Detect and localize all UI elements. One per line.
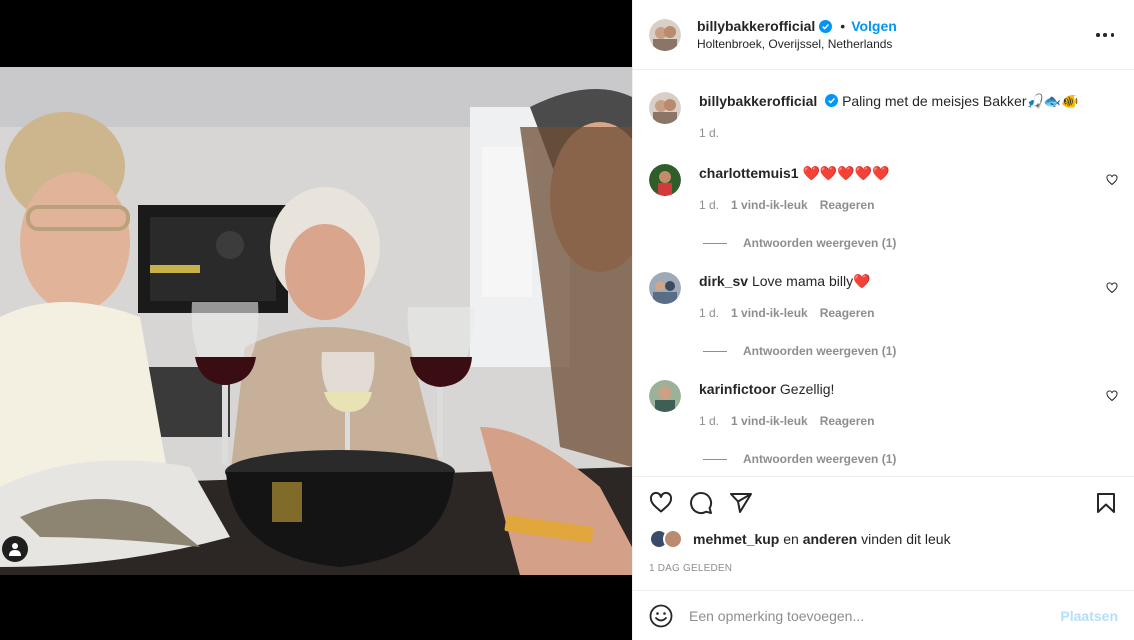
- photo-illustration: [0, 67, 632, 575]
- follow-button[interactable]: Volgen: [851, 18, 897, 34]
- replies-line: [703, 350, 727, 352]
- likes-suffix: vinden dit leuk: [861, 531, 951, 547]
- likes-others[interactable]: anderen: [803, 531, 857, 547]
- emoji-icon[interactable]: [649, 604, 673, 628]
- comment-item: karinfictoor Gezellig! 1 d. 1 vind-ik-le…: [649, 380, 1118, 430]
- like-comment-heart-icon[interactable]: [1106, 390, 1118, 402]
- tagged-user-icon[interactable]: [2, 536, 28, 562]
- more-options-icon[interactable]: [1096, 26, 1114, 44]
- liker-avatar: [663, 529, 683, 549]
- comment-item: charlottemuis1 ❤️❤️❤️❤️❤️ 1 d. 1 vind-ik…: [649, 164, 1118, 214]
- comment-likes[interactable]: 1 vind-ik-leuk: [731, 196, 808, 214]
- comment-username[interactable]: charlottemuis1: [699, 165, 799, 181]
- post-location[interactable]: Holtenbroek, Overijssel, Netherlands: [697, 37, 897, 51]
- like-comment-heart-icon[interactable]: [1106, 174, 1118, 186]
- comment-text: Gezellig!: [779, 381, 835, 397]
- comment-time[interactable]: 1 d.: [699, 412, 719, 430]
- heart-icon[interactable]: [649, 491, 673, 515]
- replies-line: [703, 458, 727, 460]
- share-icon[interactable]: [729, 491, 753, 515]
- reply-button[interactable]: Reageren: [820, 304, 875, 322]
- likes-summary: mehmet_kup en anderen vinden dit leuk: [649, 529, 1118, 549]
- first-liker[interactable]: mehmet_kup: [693, 531, 779, 547]
- comment-likes[interactable]: 1 vind-ik-leuk: [731, 412, 808, 430]
- post-photo-panel: [0, 0, 632, 640]
- bookmark-icon[interactable]: [1094, 491, 1118, 515]
- post-actions: mehmet_kup en anderen vinden dit leuk 1 …: [633, 476, 1134, 574]
- caption-author-avatar[interactable]: [649, 92, 681, 124]
- view-replies[interactable]: Antwoorden weergeven (1): [703, 452, 1118, 466]
- comment-text: Love mama billy❤️: [751, 273, 871, 289]
- commenter-avatar[interactable]: [649, 164, 681, 196]
- comment-input[interactable]: [689, 607, 1061, 624]
- action-bar: [649, 477, 1118, 529]
- post-photo[interactable]: [0, 67, 632, 575]
- verified-badge-icon: [825, 94, 839, 107]
- reply-button[interactable]: Reageren: [820, 196, 875, 214]
- view-replies[interactable]: Antwoorden weergeven (1): [703, 236, 1118, 250]
- liker-avatars[interactable]: [649, 529, 685, 549]
- post-caption: billybakkerofficial Paling met de meisje…: [649, 70, 1118, 142]
- caption-time[interactable]: 1 d.: [699, 124, 719, 142]
- comment-time[interactable]: 1 d.: [699, 196, 719, 214]
- post-header: billybakkerofficial • Volgen Holtenbroek…: [633, 0, 1134, 70]
- view-replies-label[interactable]: Antwoorden weergeven (1): [743, 344, 896, 358]
- view-replies-label[interactable]: Antwoorden weergeven (1): [743, 452, 896, 466]
- comment-icon[interactable]: [689, 491, 713, 515]
- verified-badge-icon: [819, 19, 833, 33]
- author-username[interactable]: billybakkerofficial: [697, 18, 815, 34]
- comment-item: dirk_sv Love mama billy❤️ 1 d. 1 vind-ik…: [649, 272, 1118, 322]
- caption-username[interactable]: billybakkerofficial: [699, 93, 817, 109]
- comment-username[interactable]: dirk_sv: [699, 273, 748, 289]
- caption-text: Paling met de meisjes Bakker🎣🐟🐠: [842, 93, 1079, 109]
- post-timestamp[interactable]: 1 DAG GELEDEN: [649, 563, 1118, 574]
- commenter-avatar[interactable]: [649, 272, 681, 304]
- comment-likes[interactable]: 1 vind-ik-leuk: [731, 304, 808, 322]
- comment-time[interactable]: 1 d.: [699, 304, 719, 322]
- author-avatar[interactable]: [649, 18, 681, 51]
- like-comment-heart-icon[interactable]: [1106, 282, 1118, 294]
- view-replies[interactable]: Antwoorden weergeven (1): [703, 344, 1118, 358]
- add-comment-bar: Plaatsen: [633, 590, 1134, 640]
- comments-list[interactable]: billybakkerofficial Paling met de meisje…: [633, 70, 1134, 476]
- reply-button[interactable]: Reageren: [820, 412, 875, 430]
- view-replies-label[interactable]: Antwoorden weergeven (1): [743, 236, 896, 250]
- likes-connector: en: [783, 531, 799, 547]
- post-side-panel: billybakkerofficial • Volgen Holtenbroek…: [632, 0, 1134, 640]
- commenter-avatar[interactable]: [649, 380, 681, 412]
- comment-text: ❤️❤️❤️❤️❤️: [802, 165, 890, 181]
- comment-username[interactable]: karinfictoor: [699, 381, 776, 397]
- replies-line: [703, 242, 727, 244]
- separator-dot: •: [840, 18, 846, 34]
- header-text: billybakkerofficial • Volgen Holtenbroek…: [697, 18, 897, 51]
- post-comment-button[interactable]: Plaatsen: [1060, 608, 1118, 624]
